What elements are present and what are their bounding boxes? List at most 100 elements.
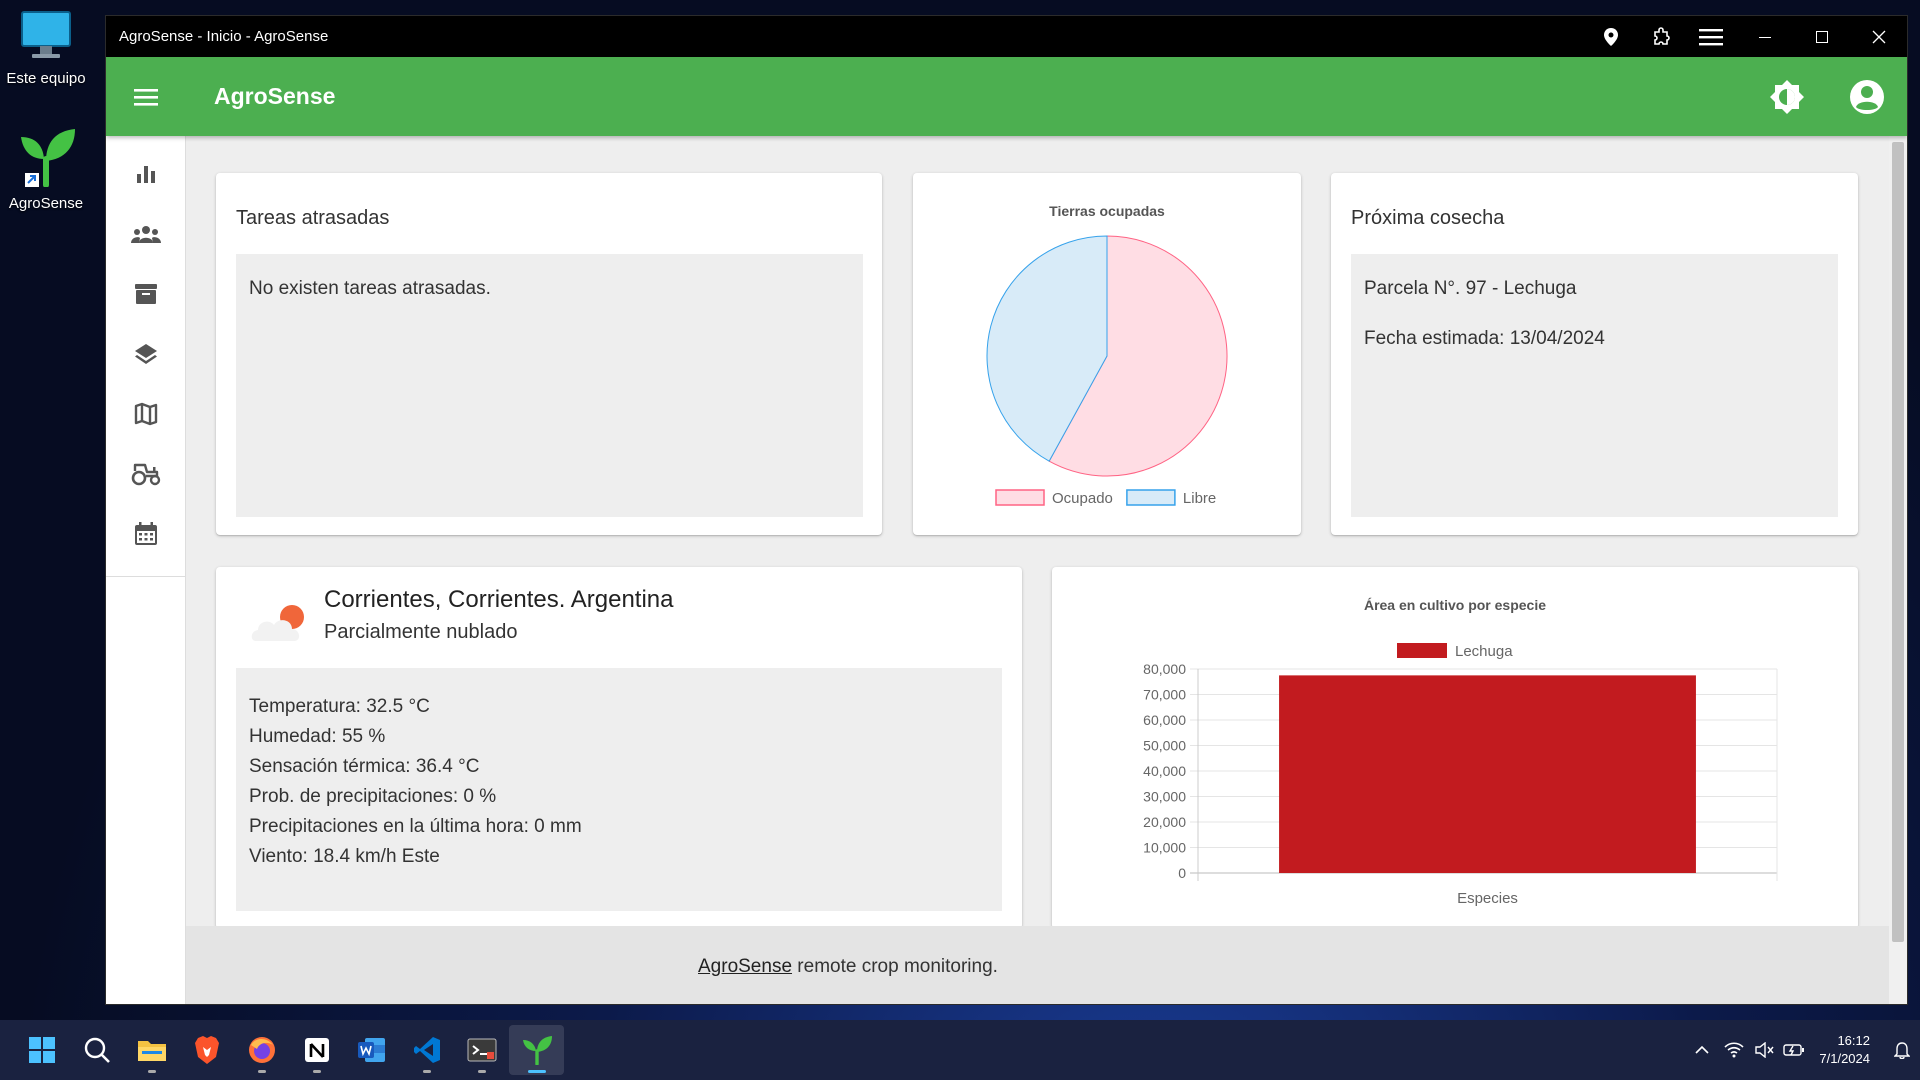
y-tick-label: 20,000 [1143,814,1186,830]
y-tick-label: 40,000 [1143,763,1186,779]
y-tick-label: 80,000 [1143,661,1186,677]
desktop-icon-label: AgroSense [8,195,84,212]
y-tick-label: 60,000 [1143,712,1186,728]
harvest-date: Fecha estimada: 13/04/2024 [1364,328,1605,349]
menu-button[interactable] [106,57,186,136]
sidebar-item-plots[interactable] [106,384,185,444]
x-axis-label: Especies [1457,890,1518,907]
account-circle-icon [1850,79,1884,114]
clock-time: 16:12 [1837,1033,1870,1048]
land-occupation-chart: Tierras ocupadas Ocupado Libre [986,203,1228,507]
weather-feels-like: Sensación térmica: 36.4 °C [249,756,480,777]
agrosense-icon[interactable] [509,1025,564,1075]
notion-icon[interactable] [289,1025,344,1075]
archive-icon [134,284,157,304]
desktop-icon-label: Este equipo [6,70,86,87]
location-pin-icon[interactable] [1586,16,1636,57]
minimize-button[interactable] [1736,16,1793,57]
extensions-icon[interactable] [1636,16,1686,57]
harvest-plot: Parcela N°. 97 - Lechuga [1364,278,1577,299]
chart-title: Área en cultivo por especie [1364,597,1546,613]
area-by-species-card: Área en cultivo por especie Lechuga 80,000… [1052,567,1858,929]
wifi-icon[interactable] [1719,1042,1749,1058]
chevron-up-icon[interactable] [1685,1045,1719,1055]
minimize-icon [1758,36,1771,38]
app-window: AgroSense - Inicio - AgroSense AgroSense [105,15,1908,1005]
page-footer: AgroSense remote crop monitoring. [186,926,1889,1004]
word-icon[interactable] [344,1025,399,1075]
legend-label[interactable]: Lechuga [1455,643,1513,660]
sidebar [106,136,186,1004]
file-explorer-icon[interactable] [124,1025,179,1075]
y-tick-label: 70,000 [1143,687,1186,703]
sidebar-item-dashboard[interactable] [106,144,185,204]
volume-icon[interactable] [1749,1042,1779,1058]
land-occupation-card: Tierras ocupadas Ocupado Libre [913,173,1301,535]
desktop-icon-this-pc[interactable]: Este equipo [0,10,92,87]
running-indicator [422,1070,431,1073]
vscode-icon[interactable] [399,1025,454,1075]
card-title: Tareas atrasadas [236,207,390,229]
running-indicator [527,1070,546,1073]
sidebar-item-machinery[interactable] [106,444,185,504]
next-harvest-box: Parcela N°. 97 - Lechuga Fecha estimada:… [1351,254,1838,517]
app-bar: AgroSense [106,57,1907,136]
card-title: Próxima cosecha [1351,207,1505,229]
battery-icon[interactable] [1779,1043,1809,1057]
y-tick-label: 30,000 [1143,789,1186,805]
calendar-icon [134,522,157,545]
menu-icon [134,88,158,106]
next-harvest-card: Próxima cosecha Parcela N°. 97 - Lechuga… [1331,173,1858,535]
weather-condition: Parcialmente nublado [324,621,518,643]
weather-wind: Viento: 18.4 km/h Este [249,846,440,867]
desktop-icon-agrosense[interactable]: AgroSense [0,125,92,212]
tractor-icon [131,463,160,486]
notification-bell-icon[interactable] [1884,1041,1920,1059]
weather-location: Corrientes, Corrientes. Argentina [324,586,674,613]
theme-toggle-button[interactable] [1747,57,1827,136]
computer-icon [21,11,71,58]
legend-swatch [1397,643,1447,658]
terminal-icon[interactable] [454,1025,509,1075]
close-icon [1872,30,1885,43]
legend-label[interactable]: Ocupado [1052,490,1113,507]
y-tick-label: 10,000 [1143,840,1186,856]
sidebar-item-users[interactable] [106,204,185,264]
window-title: AgroSense - Inicio - AgroSense [119,28,329,45]
hamburger-menu-icon[interactable] [1686,16,1736,57]
search-icon[interactable] [69,1025,124,1075]
legend-label[interactable]: Libre [1183,490,1216,507]
layers-icon [134,344,157,364]
footer-text: AgroSense remote crop monitoring. [698,956,998,978]
footer-link[interactable]: AgroSense [698,956,792,977]
weather-humidity: Humedad: 55 % [249,726,386,747]
sidebar-item-crops[interactable] [106,324,185,384]
window-titlebar[interactable]: AgroSense - Inicio - AgroSense [106,16,1907,57]
brightness-icon [1770,79,1804,114]
windows-taskbar: 16:12 7/1/2024 [0,1020,1920,1080]
map-icon [134,402,157,426]
chart-title: Tierras ocupadas [1049,203,1165,219]
account-button[interactable] [1827,57,1907,136]
weather-precip-last-hour: Precipitaciones en la última hora: 0 mm [249,816,582,837]
weather-card: Corrientes, Corrientes. Argentina Parcia… [216,567,1022,929]
sidebar-item-calendar[interactable] [106,504,185,564]
scrollbar-thumb[interactable] [1892,142,1904,942]
vertical-scrollbar[interactable] [1889,136,1907,1004]
firefox-icon[interactable] [234,1025,289,1075]
maximize-icon [1815,30,1828,43]
maximize-button[interactable] [1793,16,1850,57]
close-button[interactable] [1850,16,1907,57]
weather-details-list: Temperatura: 32.5 °C Humedad: 55 % Sensa… [249,692,582,872]
running-indicator [147,1070,156,1073]
partly-cloudy-icon [251,605,304,641]
sprout-icon [21,129,75,188]
brave-browser-icon[interactable] [179,1025,234,1075]
legend-swatch [1126,489,1176,506]
overdue-tasks-box: No existen tareas atrasadas. [236,254,863,517]
sidebar-nav [106,136,185,577]
windows-start-icon[interactable] [14,1025,69,1075]
bar-lechuga[interactable] [1279,675,1696,873]
sidebar-item-inventory[interactable] [106,264,185,324]
system-clock[interactable]: 16:12 7/1/2024 [1819,1032,1870,1068]
